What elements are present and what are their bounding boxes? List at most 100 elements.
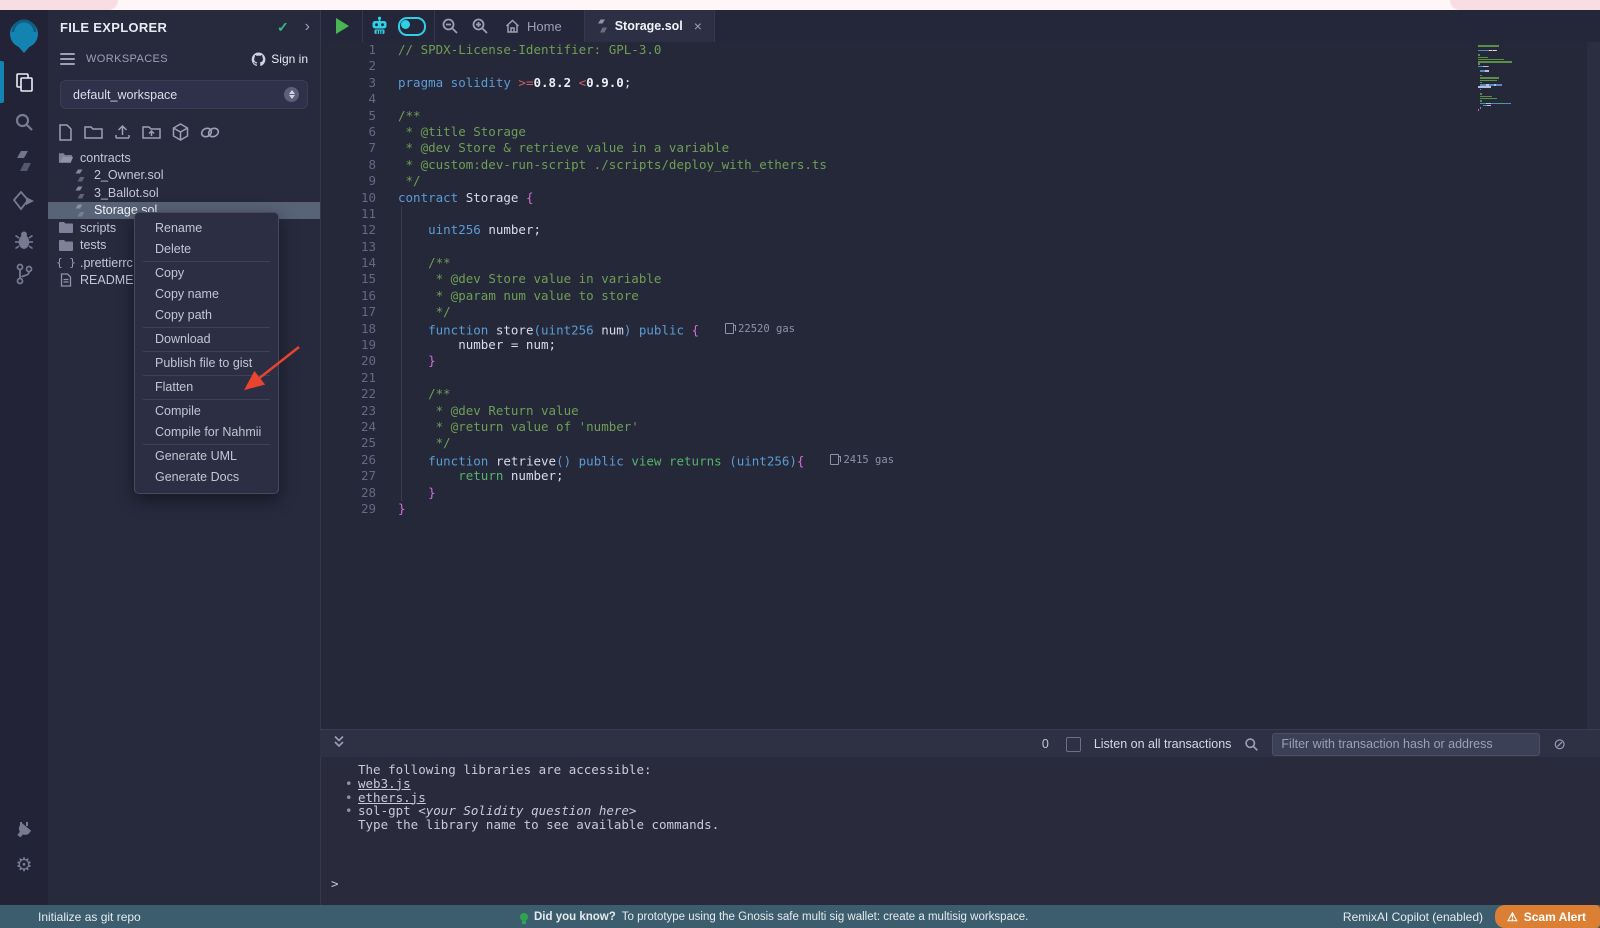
- code-line-6: 6 * @title Storage: [321, 124, 1600, 140]
- line-number: 5: [321, 108, 376, 124]
- minimap[interactable]: [1476, 42, 1548, 729]
- upload-folder-icon[interactable]: [142, 124, 161, 140]
- context-menu-item-compile-for-nahmii[interactable]: Compile for Nahmii: [135, 422, 278, 443]
- remix-logo-icon[interactable]: [0, 16, 48, 58]
- line-number: 2: [321, 58, 376, 74]
- code-line-25: 25 */: [321, 435, 1600, 451]
- run-script-button[interactable]: [336, 18, 349, 34]
- chevron-right-icon[interactable]: ›: [305, 18, 310, 36]
- context-menu-item-generate-docs[interactable]: Generate Docs: [135, 467, 278, 488]
- context-menu-item-compile[interactable]: Compile: [135, 401, 278, 422]
- search-icon[interactable]: [0, 105, 48, 139]
- context-menu-item-rename[interactable]: Rename: [135, 218, 278, 239]
- line-number: 1: [321, 42, 376, 58]
- new-file-icon[interactable]: [58, 124, 73, 141]
- code-line-27: 27 return number;: [321, 468, 1600, 484]
- terminal-output[interactable]: The following libraries are accessible:•…: [320, 757, 1600, 905]
- close-tab-icon[interactable]: ×: [694, 18, 702, 34]
- workspaces-menu-icon[interactable]: [60, 50, 75, 68]
- tab-home[interactable]: Home: [495, 19, 584, 34]
- transaction-filter-input[interactable]: [1272, 733, 1540, 756]
- solidity-compiler-icon[interactable]: [0, 144, 48, 178]
- code-line-5: 5/**: [321, 108, 1600, 124]
- context-menu-item-flatten[interactable]: Flatten: [135, 377, 278, 398]
- workspace-select[interactable]: default_workspace: [60, 80, 308, 109]
- tree-item-3-ballot-sol[interactable]: 3_Ballot.sol: [48, 184, 320, 202]
- context-menu-item-copy[interactable]: Copy: [135, 263, 278, 284]
- browser-edge-left: [0, 0, 118, 10]
- check-icon: ✓: [277, 19, 289, 36]
- line-number: 10: [321, 190, 376, 206]
- icon-sidebar: ⚙: [0, 10, 49, 928]
- code-line-29: 29}: [321, 501, 1600, 517]
- line-number: 3: [321, 75, 376, 91]
- context-menu-item-generate-uml[interactable]: Generate UML: [135, 446, 278, 467]
- code-line-26: 26 function retrieve() public view retur…: [321, 452, 1600, 468]
- code-line-16: 16 * @param num value to store: [321, 288, 1600, 304]
- main-area: Home Storage.sol × 1// SPDX-License-Iden…: [320, 10, 1600, 905]
- workspace-selected-value: default_workspace: [73, 88, 284, 102]
- code-line-23: 23 * @dev Return value: [321, 403, 1600, 419]
- copilot-toggle[interactable]: [398, 17, 426, 36]
- deploy-run-icon[interactable]: [0, 184, 48, 218]
- code-line-18: 18 function store(uint256 num) public {2…: [321, 321, 1600, 337]
- gas-estimate-badge: 2415 gas: [830, 452, 894, 468]
- code-line-3: 3pragma solidity >=0.8.2 <0.9.0;: [321, 75, 1600, 91]
- git-icon[interactable]: [0, 257, 48, 291]
- terminal-line: Type the library name to see available c…: [321, 818, 1600, 832]
- remix-ide-window: ⚙ FILE EXPLORER ✓ › WORKSPACES Sign in d…: [0, 0, 1600, 928]
- code-line-21: 21: [321, 370, 1600, 386]
- code-line-28: 28 }: [321, 485, 1600, 501]
- context-menu-item-delete[interactable]: Delete: [135, 239, 278, 260]
- editor-toolbar: Home Storage.sol ×: [320, 10, 1600, 42]
- home-icon: [505, 19, 520, 33]
- code-editor[interactable]: 1// SPDX-License-Identifier: GPL-3.023pr…: [320, 42, 1600, 729]
- git-init-button[interactable]: Initialize as git repo: [0, 910, 141, 924]
- context-menu-item-copy-name[interactable]: Copy name: [135, 284, 278, 305]
- zoom-in-icon[interactable]: [465, 17, 495, 35]
- line-number: 6: [321, 124, 376, 140]
- solidity-file-icon: [597, 19, 608, 33]
- code-line-15: 15 * @dev Store value in variable: [321, 271, 1600, 287]
- tab-storage-sol[interactable]: Storage.sol ×: [585, 10, 714, 42]
- tree-item-label: 2_Owner.sol: [94, 168, 163, 182]
- context-menu-item-download[interactable]: Download: [135, 329, 278, 350]
- import-link-icon[interactable]: [200, 125, 220, 140]
- remixai-assistant-icon[interactable]: [363, 16, 396, 37]
- indent-guide: [401, 206, 402, 501]
- sign-in-button[interactable]: Sign in: [251, 52, 308, 66]
- load-cube-icon[interactable]: [172, 123, 189, 141]
- code-line-10: 10contract Storage {: [321, 190, 1600, 206]
- line-number: 17: [321, 304, 376, 320]
- scam-alert-button[interactable]: ⚠ Scam Alert: [1495, 905, 1600, 928]
- zoom-out-icon[interactable]: [435, 17, 465, 35]
- debugger-icon[interactable]: [0, 223, 48, 257]
- terminal-prompt[interactable]: >: [331, 877, 339, 891]
- listen-checkbox[interactable]: [1066, 737, 1081, 752]
- settings-icon[interactable]: ⚙: [0, 848, 48, 882]
- library-link[interactable]: ethers.js: [358, 791, 426, 805]
- tree-item-2-owner-sol[interactable]: 2_Owner.sol: [48, 167, 320, 185]
- tree-item-label: contracts: [80, 151, 131, 165]
- editor-scrollbar[interactable]: [1587, 42, 1600, 729]
- expand-terminal-icon[interactable]: [333, 735, 345, 753]
- library-link[interactable]: web3.js: [358, 777, 411, 791]
- workspaces-label: WORKSPACES: [86, 53, 251, 65]
- plugin-manager-icon[interactable]: [0, 813, 48, 847]
- line-number: 20: [321, 353, 376, 369]
- solidity-icon: [72, 186, 88, 199]
- file-icon: [58, 273, 74, 287]
- file-explorer-icon[interactable]: [0, 65, 48, 99]
- tree-item-contracts[interactable]: contracts: [48, 149, 320, 167]
- new-folder-icon[interactable]: [84, 124, 103, 140]
- context-menu-item-copy-path[interactable]: Copy path: [135, 305, 278, 326]
- line-number: 13: [321, 239, 376, 255]
- terminal-search-icon[interactable]: [1244, 737, 1259, 752]
- line-number: 14: [321, 255, 376, 271]
- upload-file-icon[interactable]: [114, 124, 131, 141]
- context-menu-item-publish-file-to-gist[interactable]: Publish file to gist: [135, 353, 278, 374]
- copilot-status[interactable]: RemixAI Copilot (enabled): [1343, 910, 1483, 924]
- terminal-line: The following libraries are accessible:: [321, 763, 1600, 777]
- code-line-12: 12 uint256 number;: [321, 222, 1600, 238]
- clear-console-icon[interactable]: ⊘: [1553, 737, 1566, 752]
